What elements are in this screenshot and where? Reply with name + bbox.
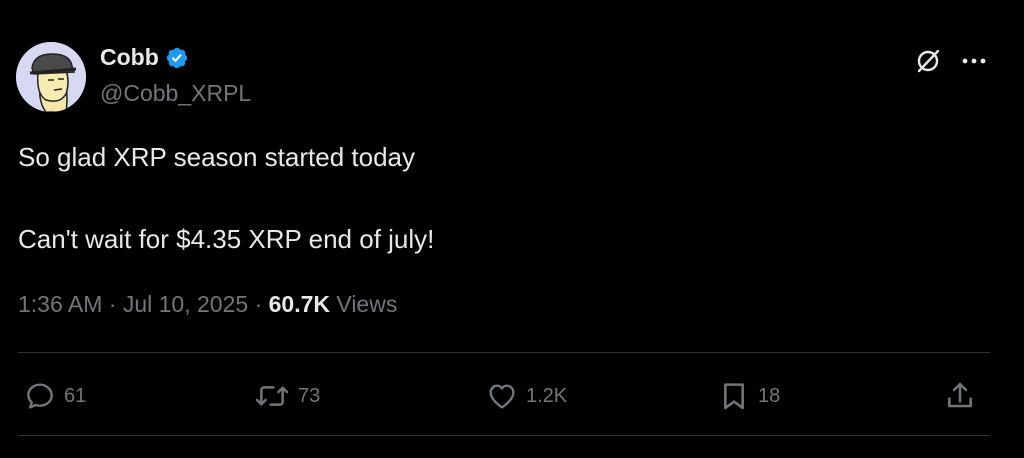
more-button[interactable] (956, 46, 992, 76)
avatar[interactable] (16, 42, 86, 112)
reply-count: 61 (64, 384, 87, 407)
bookmark-button[interactable]: 18 (718, 376, 780, 416)
author-handle[interactable]: @Cobb_XRPL (100, 80, 251, 107)
reply-button[interactable]: 61 (24, 376, 86, 416)
share-button[interactable] (944, 376, 976, 416)
reply-icon (27, 383, 53, 409)
author-name[interactable]: Cobb (100, 44, 159, 71)
tweet-text-line-2: Can't wait for $4.35 XRP end of july! (18, 224, 435, 254)
grok-button[interactable] (910, 46, 946, 76)
like-count: 1.2K (526, 384, 568, 407)
tweet-date[interactable]: Jul 10, 2025 (123, 291, 248, 317)
verified-badge-icon (166, 47, 188, 68)
avatar-illustration (16, 42, 86, 112)
like-button[interactable]: 1.2K (486, 376, 567, 416)
author-name-row[interactable]: Cobb (100, 44, 189, 71)
retweet-count: 73 (298, 384, 321, 407)
grok-icon (917, 49, 940, 73)
meta-separator: · (254, 291, 263, 317)
divider-top (18, 352, 990, 353)
tweet-meta: 1:36 AM · Jul 10, 2025 · 60.7K Views (18, 291, 397, 318)
views-label: Views (336, 291, 398, 317)
share-icon (948, 382, 972, 408)
more-icon (962, 58, 986, 64)
bookmark-count: 18 (758, 384, 781, 407)
tweet-text-line-1: So glad XRP season started today (18, 142, 415, 172)
views-count[interactable]: 60.7K (269, 291, 330, 317)
retweet-button[interactable]: 73 (254, 376, 320, 416)
divider-bottom (18, 435, 990, 436)
heart-icon (489, 384, 515, 409)
tweet-time[interactable]: 1:36 AM (18, 291, 102, 317)
bookmark-icon (724, 383, 744, 410)
meta-separator: · (108, 291, 117, 317)
retweet-icon (255, 386, 289, 406)
